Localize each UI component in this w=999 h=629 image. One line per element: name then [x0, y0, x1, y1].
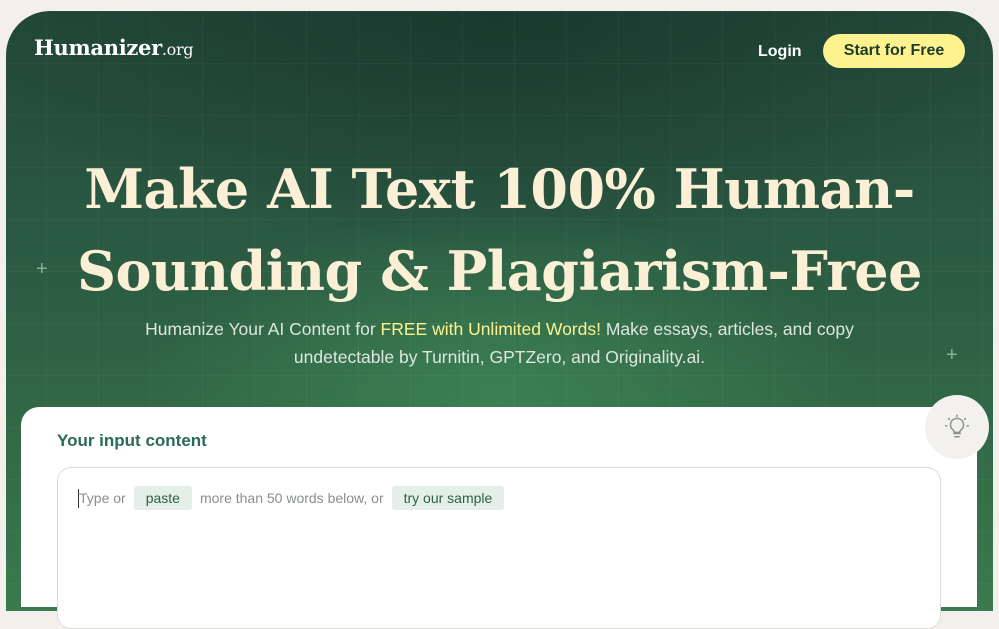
sparkle-icon: + [946, 344, 958, 366]
hero-subtitle: Humanize Your AI Content for FREE with U… [106, 315, 893, 371]
input-placeholder: Type or paste more than 50 words below, … [78, 486, 512, 510]
logo-tld: .org [161, 40, 194, 59]
hint-type-text: Type or [79, 490, 126, 506]
subtitle-highlight: FREE with Unlimited Words! [380, 319, 601, 339]
tips-button[interactable] [925, 395, 989, 459]
logo[interactable]: Humanizer.org [34, 35, 194, 60]
logo-name: Humanizer [34, 35, 162, 60]
headline-line-2: Sounding & Plagiarism-Free [76, 239, 923, 303]
subtitle-text: Humanize Your AI Content for [145, 319, 381, 339]
lightbulb-icon [944, 414, 970, 438]
page-title: Make AI Text 100% Human- Sounding & Plag… [6, 148, 993, 312]
input-card-title: Your input content [57, 431, 207, 450]
start-for-free-button[interactable]: Start for Free [823, 34, 965, 68]
paste-button[interactable]: paste [133, 486, 192, 510]
login-link[interactable]: Login [758, 43, 802, 61]
input-card: Your input content Type or paste more th… [21, 407, 977, 629]
try-sample-button[interactable]: try our sample [391, 486, 505, 510]
input-content-textarea[interactable]: Type or paste more than 50 words below, … [57, 467, 941, 629]
hint-middle-text: more than 50 words below, or [199, 490, 384, 506]
headline-line-1: Make AI Text 100% Human- [84, 157, 915, 221]
